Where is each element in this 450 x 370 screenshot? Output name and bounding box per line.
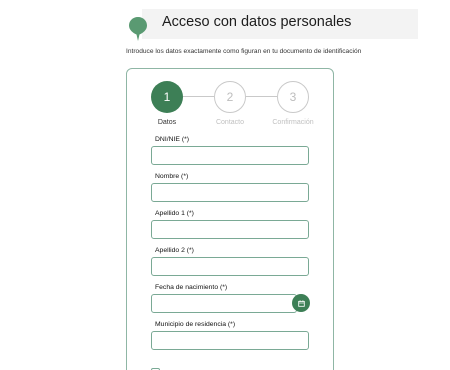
step-3-label: Confirmación	[272, 119, 314, 126]
dni-nie-label: DNI/NIE (*)	[155, 136, 189, 143]
page-title: Acceso con datos personales	[162, 14, 352, 30]
apellido-2-label: Apellido 2 (*)	[155, 247, 194, 254]
step-2-label: Contacto	[215, 119, 245, 126]
calendar-icon	[297, 299, 305, 307]
dni-nie-input[interactable]	[151, 146, 309, 165]
fecha-nacimiento-label: Fecha de nacimiento (*)	[155, 284, 228, 291]
page-header: Acceso con datos personales	[120, 9, 440, 41]
form-card: 1 2 3 Datos Contacto Confirmación DNI/NI…	[126, 68, 334, 370]
step-3-circle: 3	[277, 81, 309, 113]
municipio-residencia-label: Municipio de residencia (*)	[155, 321, 236, 328]
step-3-number: 3	[289, 90, 297, 104]
apellido-1-input[interactable]	[151, 220, 309, 239]
step-connector-1	[183, 96, 214, 97]
step-1-label: Datos	[157, 119, 177, 126]
nombre-label: Nombre (*)	[155, 173, 189, 180]
step-1-circle: 1	[151, 81, 183, 113]
location-pin-icon	[129, 17, 147, 41]
apellido-1-label: Apellido 1 (*)	[155, 210, 194, 217]
municipio-residencia-input[interactable]	[151, 331, 309, 350]
step-2-number: 2	[226, 90, 234, 104]
apellido-2-input[interactable]	[151, 257, 309, 276]
nombre-input[interactable]	[151, 183, 309, 202]
step-2-circle: 2	[214, 81, 246, 113]
step-connector-2	[246, 96, 277, 97]
stepper: 1 2 3 Datos Contacto Confirmación	[127, 69, 335, 129]
page-subtitle: Introduce los datos exactamente como fig…	[126, 48, 362, 55]
step-1-number: 1	[163, 90, 171, 104]
date-picker-button[interactable]	[292, 294, 310, 312]
fecha-nacimiento-input[interactable]	[151, 294, 297, 313]
